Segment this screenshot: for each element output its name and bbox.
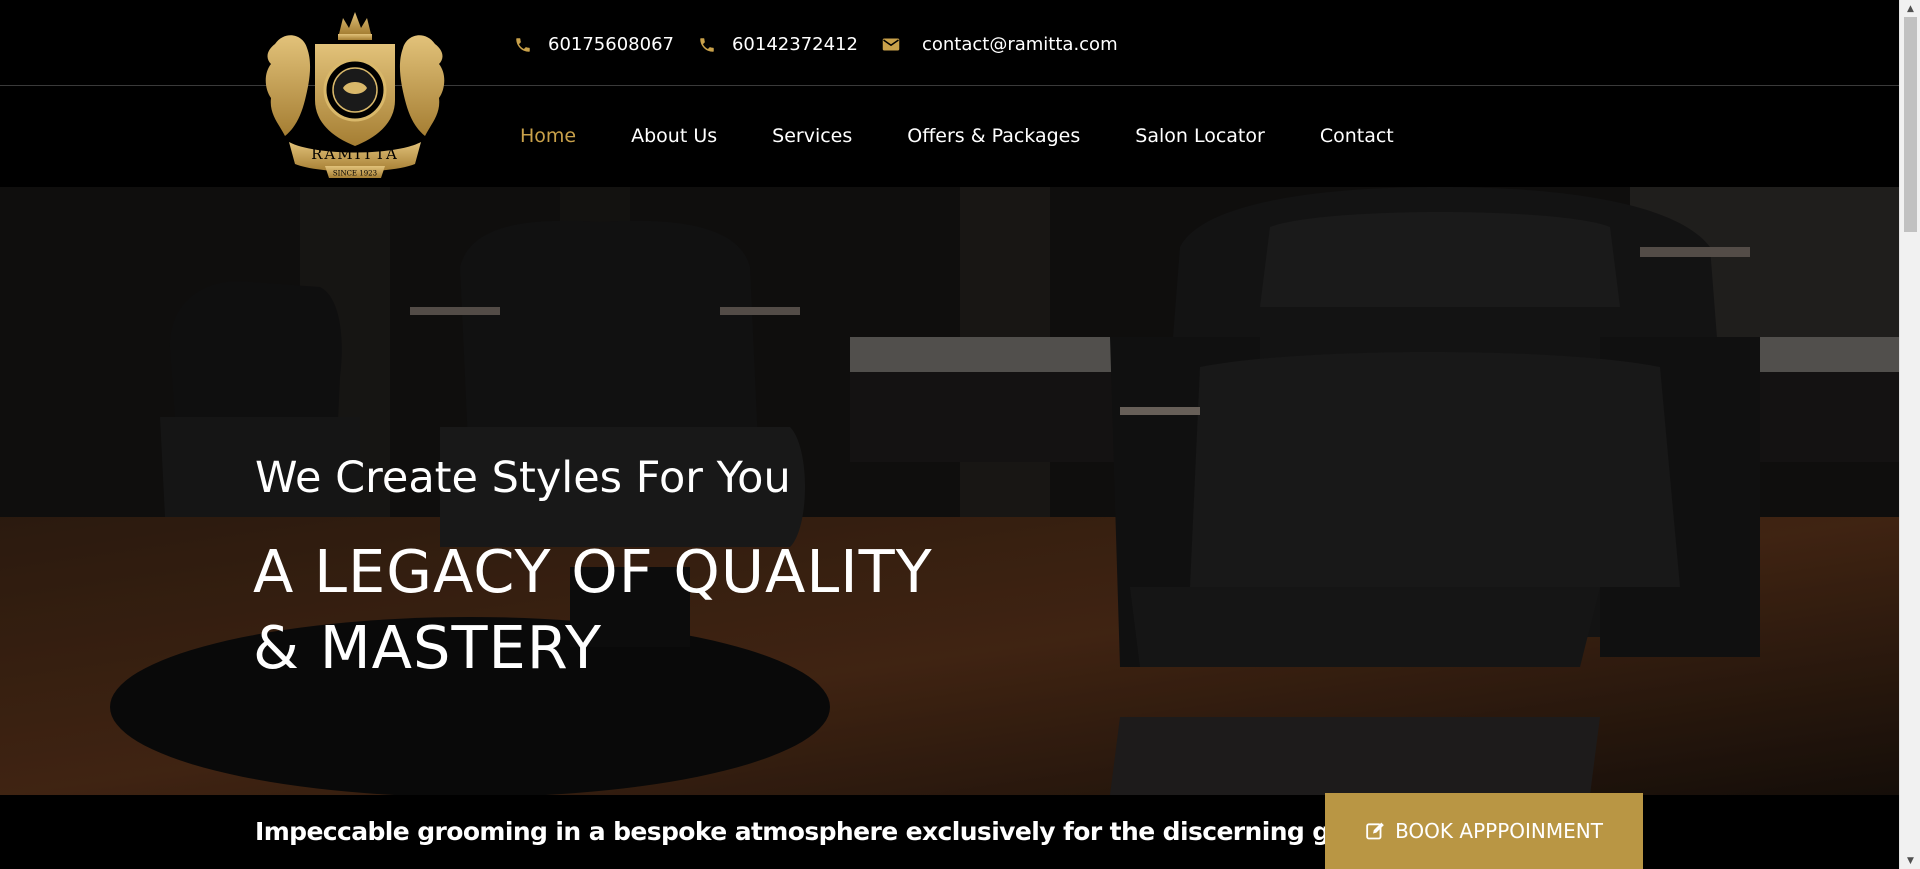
phone-contact-1[interactable]: 60175608067	[514, 34, 674, 55]
nav-menu: Home About Us Services Offers & Packages…	[520, 125, 1449, 147]
phone-icon	[700, 37, 714, 52]
hero-headline: A LEGACY OF QUALITY & MASTERY	[253, 537, 933, 682]
nav-item-contact[interactable]: Contact	[1320, 125, 1394, 147]
hero-tagline: We Create Styles For You	[255, 453, 791, 503]
logo-wordmark: RAMITTA	[311, 145, 399, 163]
logo-since: SINCE 1923	[333, 170, 377, 178]
email-address[interactable]: contact@ramitta.com	[922, 34, 1118, 55]
ramitta-crest-logo[interactable]: RAMITTA SINCE 1923	[255, 4, 455, 182]
contact-row: 60175608067 60142372412 contact@ramitta.…	[514, 34, 1142, 55]
envelope-icon	[882, 38, 900, 51]
book-appointment-label: BOOK APPPOINMENT	[1395, 819, 1603, 843]
scroll-down-arrow-icon[interactable]: ▼	[1900, 852, 1920, 869]
vertical-scrollbar[interactable]: ▲ ▼	[1899, 0, 1920, 869]
phone-number-1[interactable]: 60175608067	[548, 34, 674, 55]
promo-text: Impeccable grooming in a bespoke atmosph…	[255, 817, 1467, 846]
nav-item-offers-packages[interactable]: Offers & Packages	[907, 125, 1080, 147]
nav-item-about-us[interactable]: About Us	[631, 125, 717, 147]
book-appointment-button[interactable]: BOOK APPPOINMENT	[1325, 793, 1643, 869]
email-contact[interactable]: contact@ramitta.com	[882, 34, 1118, 55]
phone-contact-2[interactable]: 60142372412	[698, 34, 858, 55]
scroll-up-arrow-icon[interactable]: ▲	[1900, 0, 1920, 17]
phone-number-2[interactable]: 60142372412	[732, 34, 858, 55]
edit-icon	[1366, 822, 1384, 840]
nav-item-home[interactable]: Home	[520, 125, 576, 147]
nav-item-salon-locator[interactable]: Salon Locator	[1135, 125, 1265, 147]
scroll-thumb[interactable]	[1904, 17, 1917, 232]
phone-icon	[516, 37, 530, 52]
hero-banner: We Create Styles For You A LEGACY OF QUA…	[0, 187, 1899, 795]
nav-item-services[interactable]: Services	[772, 125, 852, 147]
